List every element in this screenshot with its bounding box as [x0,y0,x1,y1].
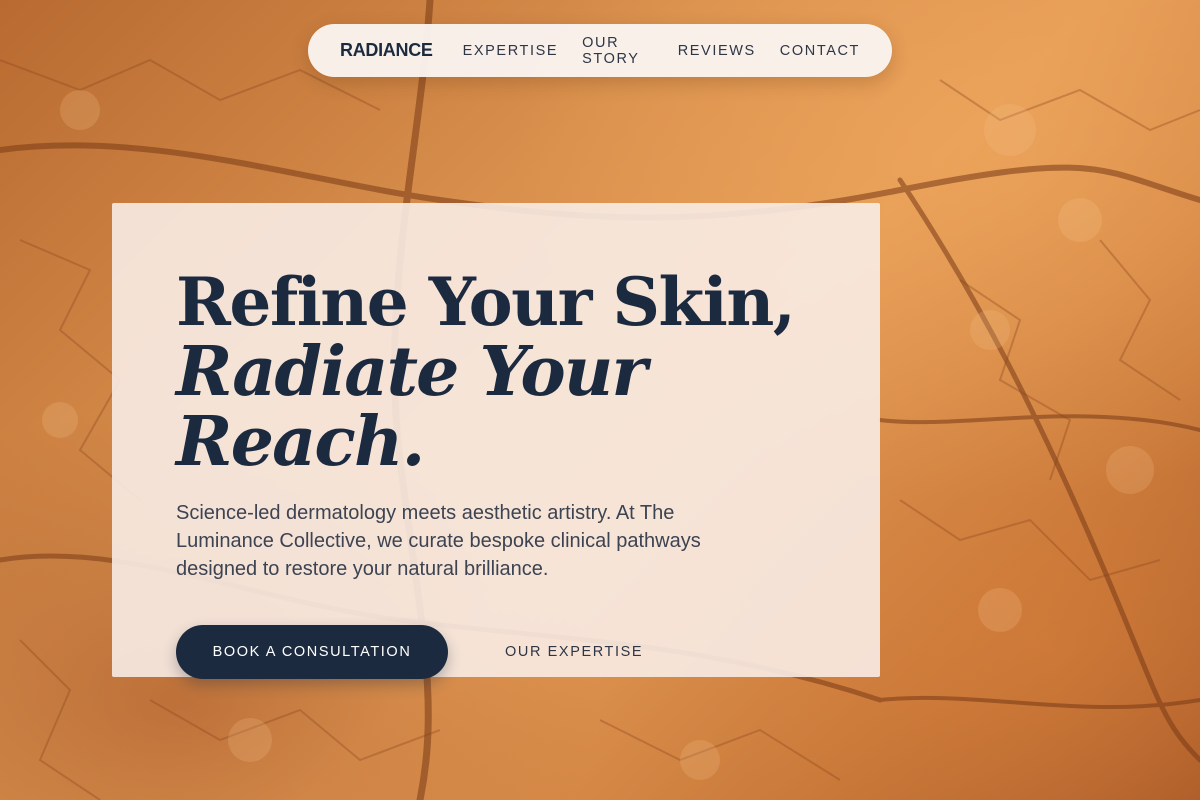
hero-headline: Refine Your Skin, Radiate Your Reach. [176,267,816,477]
book-consultation-button[interactable]: BOOK A CONSULTATION [176,625,448,679]
nav-link-reviews[interactable]: REVIEWS [678,43,756,59]
hero-description: Science-led dermatology meets aesthetic … [176,502,701,580]
headline-line-1: Refine Your Skin, [176,263,796,341]
nav-link-contact[interactable]: CONTACT [780,43,860,59]
hero-actions: BOOK A CONSULTATION OUR EXPERTISE [176,625,816,679]
brand-logo[interactable]: RADIANCE [340,40,433,61]
hero-card: Refine Your Skin, Radiate Your Reach. Sc… [112,203,880,679]
main-navigation: RADIANCE EXPERTISE OUR STORY REVIEWS CON… [308,24,892,77]
nav-link-expertise[interactable]: EXPERTISE [463,43,559,59]
our-expertise-link[interactable]: OUR EXPERTISE [505,644,643,660]
headline-line-2: Radiate Your Reach. [176,332,647,482]
nav-link-our-story[interactable]: OUR STORY [582,35,654,67]
nav-links: EXPERTISE OUR STORY REVIEWS CONTACT [463,35,860,67]
